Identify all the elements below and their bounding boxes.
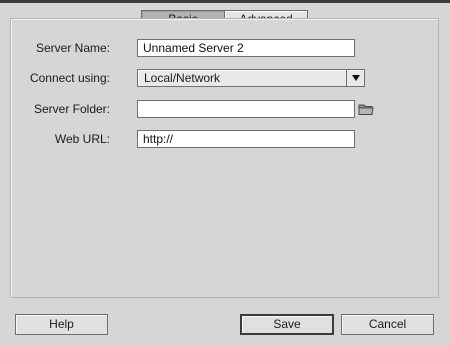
save-button[interactable]: Save <box>240 314 334 335</box>
server-name-label: Server Name: <box>35 41 110 55</box>
cancel-button[interactable]: Cancel <box>341 314 434 335</box>
web-url-label: Web URL: <box>54 132 110 146</box>
server-folder-input[interactable] <box>137 100 355 118</box>
server-name-row: Server Name: Unnamed Server 2 <box>11 39 440 57</box>
server-folder-label: Server Folder: <box>33 102 110 116</box>
top-edge <box>0 0 450 3</box>
connect-using-select[interactable]: Local/Network <box>137 69 365 87</box>
help-button[interactable]: Help <box>15 314 108 335</box>
chevron-down-icon[interactable] <box>346 69 364 87</box>
connect-using-row: Connect using: Local/Network <box>11 69 440 87</box>
web-url-input[interactable]: http:// <box>137 130 355 148</box>
settings-panel: Server Name: Unnamed Server 2 Connect us… <box>10 18 439 298</box>
server-folder-row: Server Folder: <box>11 100 440 118</box>
server-name-input[interactable]: Unnamed Server 2 <box>137 39 355 57</box>
connect-using-value: Local/Network <box>144 71 221 85</box>
web-url-row: Web URL: http:// <box>11 130 440 148</box>
folder-icon[interactable] <box>358 102 374 116</box>
server-setup-dialog: Basic Advanced Server Name: Unnamed Serv… <box>0 0 450 346</box>
connect-using-label: Connect using: <box>29 71 110 85</box>
